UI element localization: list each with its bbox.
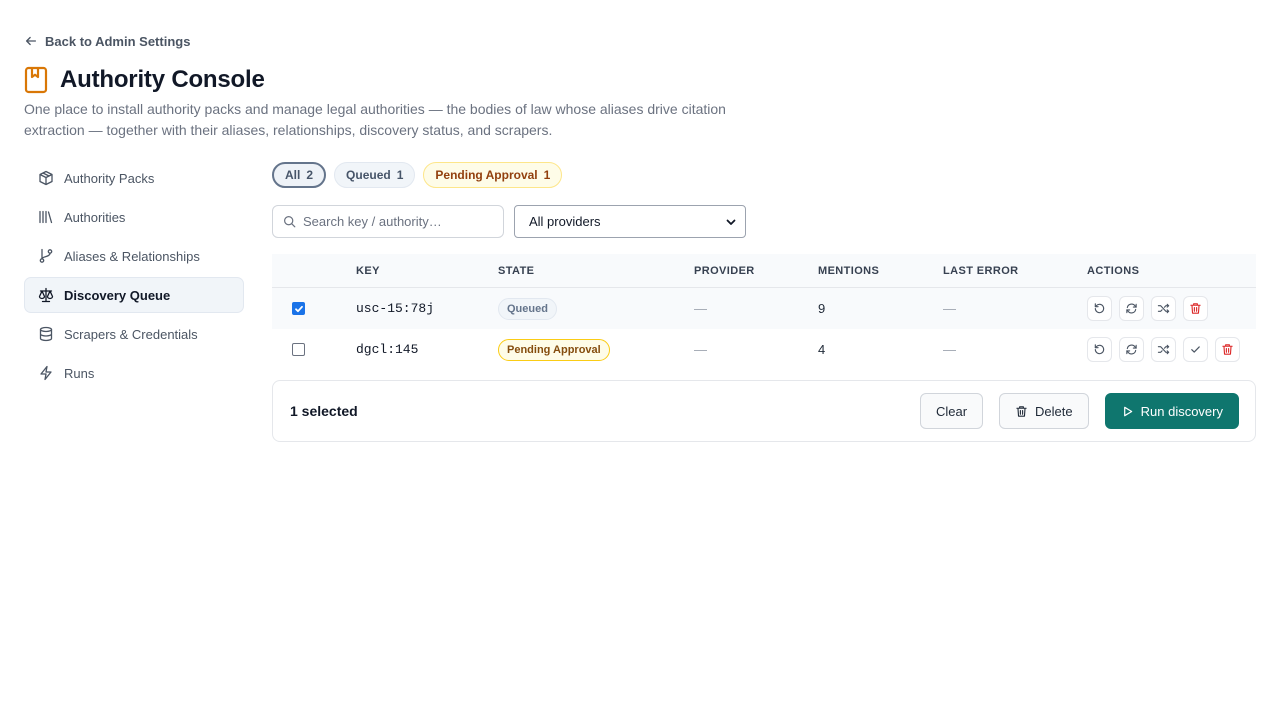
filter-all[interactable]: All 2 [272,162,327,188]
delete-row-button[interactable] [1215,337,1240,362]
database-icon [39,326,53,342]
row-actions [1087,296,1256,321]
arrow-left-icon [25,36,37,46]
row-provider: — [694,342,707,357]
approve-button[interactable] [1183,337,1208,362]
filter-label: Queued [346,168,391,182]
row-checkbox[interactable] [292,343,305,356]
reassign-button[interactable] [1151,337,1176,362]
scale-icon [38,287,54,303]
row-provider: — [694,301,707,316]
bulk-delete-button[interactable]: Delete [999,393,1089,429]
filter-label: All [285,168,301,182]
back-to-admin-link[interactable]: Back to Admin Settings [24,32,190,50]
row-mentions: 9 [818,301,826,316]
shuffle-icon [1157,303,1170,314]
retry-button[interactable] [1087,337,1112,362]
row-last-error: — [943,301,956,316]
page-header: Authority Console [24,66,265,94]
queue-toolbar: All providers [272,205,1256,238]
sidebar-item-label: Aliases & Relationships [64,248,200,264]
sidebar-item-authority-packs[interactable]: Authority Packs [24,160,244,196]
filter-pending-approval[interactable]: Pending Approval 1 [423,162,563,188]
sidebar-item-runs[interactable]: Runs [24,355,244,391]
row-key: usc-15:78j [356,301,435,316]
filter-count: 2 [306,168,314,182]
status-badge: Queued [498,297,557,320]
check-icon [294,305,303,312]
sidebar-item-discovery-queue[interactable]: Discovery Queue [24,277,244,313]
sidebar: Authority Packs Authorities Aliases & Re… [24,160,244,394]
selected-count: 1 selected [290,403,358,419]
delete-row-button[interactable] [1183,296,1208,321]
play-icon [1123,406,1132,416]
column-header-actions: ACTIONS [1087,264,1140,277]
table-row: usc-15:78j Queued — 9 — [272,288,1256,329]
refresh-icon [1126,344,1137,355]
filter-queued[interactable]: Queued 1 [334,162,416,188]
run-discovery-button[interactable]: Run discovery [1104,393,1239,429]
clear-selection-button[interactable]: Clear [919,393,984,429]
column-header-key: KEY [356,264,380,277]
git-branch-icon [39,248,53,263]
filter-label: Pending Approval [435,168,538,182]
rotate-ccw-icon [1094,303,1105,314]
refresh-button[interactable] [1119,337,1144,362]
check-icon [1191,346,1200,353]
clear-button-label: Clear [935,403,968,419]
package-icon [39,170,53,186]
row-last-error: — [943,342,956,357]
sidebar-item-label: Authority Packs [64,170,155,186]
sidebar-item-label: Runs [64,365,95,381]
refresh-icon [1126,303,1137,314]
shuffle-icon [1157,344,1170,355]
filter-count: 1 [396,168,404,182]
column-header-provider: PROVIDER [694,264,755,277]
search-box [272,205,504,238]
bulk-action-bar: 1 selected Clear Delete Run discovery [272,380,1256,442]
column-header-mentions: MENTIONS [818,264,880,277]
book-icon [24,66,48,94]
table-row: dgcl:145 Pending Approval — 4 — [272,329,1256,370]
row-mentions: 4 [818,342,826,357]
page-title: Authority Console [60,66,265,93]
column-header-state: STATE [498,264,535,277]
rotate-ccw-icon [1094,344,1105,355]
queue-table: KEY STATE PROVIDER MENTIONS LAST ERROR A… [272,254,1256,370]
row-key: dgcl:145 [356,342,419,357]
zap-icon [40,365,52,381]
library-icon [39,210,53,224]
sidebar-item-authorities[interactable]: Authorities [24,199,244,235]
provider-select-value: All providers [529,214,601,229]
state-filter-pills: All 2 Queued 1 Pending Approval 1 [272,162,1256,188]
sidebar-item-label: Scrapers & Credentials [64,326,198,342]
trash-icon [1190,303,1201,314]
table-header: KEY STATE PROVIDER MENTIONS LAST ERROR A… [272,254,1256,288]
chevron-down-icon [726,219,736,225]
delete-button-label: Delete [1035,403,1073,419]
run-discovery-label: Run discovery [1140,403,1223,419]
sidebar-item-aliases-relationships[interactable]: Aliases & Relationships [24,238,244,274]
row-actions [1087,337,1256,362]
search-input[interactable] [303,214,493,229]
row-checkbox[interactable] [292,302,305,315]
page-subtitle: One place to install authority packs and… [24,101,726,138]
search-icon [284,216,296,228]
retry-button[interactable] [1087,296,1112,321]
refresh-button[interactable] [1119,296,1144,321]
discovery-queue-panel: All 2 Queued 1 Pending Approval 1 All pr… [272,162,1256,442]
status-badge: Pending Approval [498,338,610,361]
column-header-last-error: LAST ERROR [943,264,1019,277]
trash-icon [1016,405,1027,417]
reassign-button[interactable] [1151,296,1176,321]
provider-select[interactable]: All providers [514,205,746,238]
filter-count: 1 [543,168,551,182]
back-link-label: Back to Admin Settings [45,33,191,49]
sidebar-item-label: Authorities [64,209,126,225]
sidebar-item-label: Discovery Queue [64,287,171,303]
sidebar-item-scrapers-credentials[interactable]: Scrapers & Credentials [24,316,244,352]
trash-icon [1222,344,1233,355]
